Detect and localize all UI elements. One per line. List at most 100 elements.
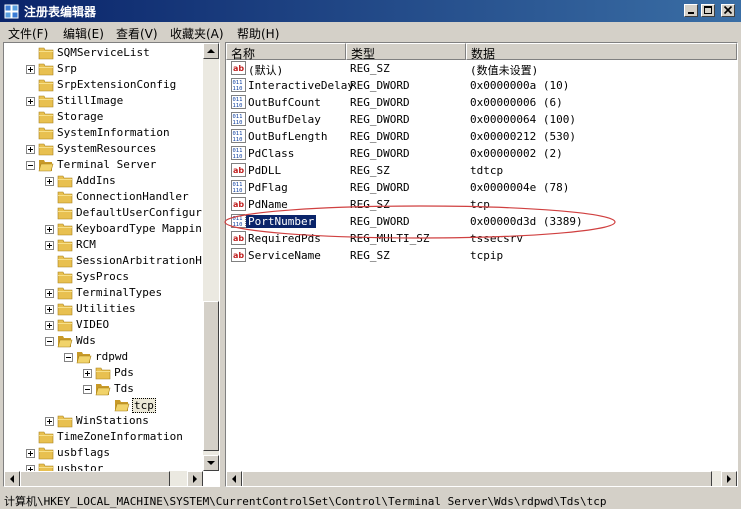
maximize-button[interactable] [701, 4, 715, 17]
value-row-pdflag[interactable]: 011 110 PdFlag REG_DWORD 0x0000004e (78) [226, 179, 737, 196]
tree-node-sessionarbitrationh[interactable]: SessionArbitrationH [4, 253, 203, 269]
tree-node-terminaltypes[interactable]: TerminalTypes [4, 285, 203, 301]
tree-node-winstations[interactable]: WinStations [4, 413, 203, 429]
collapse-minus-icon[interactable] [26, 161, 35, 170]
tree-node-label: Wds [76, 334, 96, 347]
tree-node-stillimage[interactable]: StillImage [4, 93, 203, 109]
expand-plus-icon[interactable] [45, 417, 54, 426]
expand-plus-icon[interactable] [26, 65, 35, 74]
tree-node-label: Tds [114, 382, 134, 395]
value-name: RequiredPds [248, 232, 321, 245]
expand-plus-icon[interactable] [45, 241, 54, 250]
title-bar[interactable]: 注册表编辑器 [0, 0, 741, 22]
tree-node-wds[interactable]: Wds [4, 333, 203, 349]
tree-node-defaultuserconfigur[interactable]: DefaultUserConfigur [4, 205, 203, 221]
tree-node-label: Srp [57, 62, 77, 75]
tree-node-addins[interactable]: AddIns [4, 173, 203, 189]
tree-scroll-thumb[interactable] [203, 301, 219, 451]
svg-text:110: 110 [233, 222, 243, 228]
value-row-pdname[interactable]: ab PdName REG_SZ tcp [226, 196, 737, 213]
list-scroll-left-button[interactable] [226, 471, 242, 486]
value-row-pddll[interactable]: ab PdDLL REG_SZ tdtcp [226, 162, 737, 179]
registry-tree[interactable]: SQMServiceList Srp SrpExtensionConfig Still… [3, 42, 220, 487]
value-name: PortNumber [244, 214, 318, 229]
values-list[interactable]: 名称 类型 数据 ab (默认) REG_SZ (数值未设置) 011 110 Intera… [225, 42, 738, 487]
minimize-button[interactable] [684, 4, 698, 17]
value-type: REG_SZ [350, 62, 390, 75]
tree-horizontal-scrollbar[interactable] [4, 471, 203, 486]
collapse-minus-icon[interactable] [64, 353, 73, 362]
tree-node-srpextensionconfig[interactable]: SrpExtensionConfig [4, 77, 203, 93]
tree-scroll-up-button[interactable] [203, 43, 219, 59]
expand-plus-icon[interactable] [45, 177, 54, 186]
folder-open-icon [114, 398, 130, 412]
arrow-right-icon [727, 475, 731, 483]
menu-edit[interactable]: 编辑(E) [63, 25, 104, 42]
expand-plus-icon[interactable] [26, 449, 35, 458]
tree-node-tcp[interactable]: tcp [4, 397, 203, 413]
value-type: REG_DWORD [350, 96, 410, 109]
menu-file[interactable]: 文件(F) [8, 25, 48, 42]
collapse-minus-icon[interactable] [45, 337, 54, 346]
value-row-requiredpds[interactable]: ab RequiredPds REG_MULTI_SZ tssecsrv [226, 230, 737, 247]
tree-node-timezoneinformation[interactable]: TimeZoneInformation [4, 429, 203, 445]
expand-plus-icon[interactable] [45, 321, 54, 330]
list-horizontal-scrollbar[interactable] [226, 471, 737, 486]
folder-icon [38, 126, 54, 140]
expand-plus-icon[interactable] [26, 145, 35, 154]
tree-node-video[interactable]: VIDEO [4, 317, 203, 333]
tree-node-systemresources[interactable]: SystemResources [4, 141, 203, 157]
tree-vertical-scrollbar[interactable] [203, 43, 219, 471]
tree-scroll-left-button[interactable] [4, 471, 20, 486]
value-row-[interactable]: ab (默认) REG_SZ (数值未设置) [226, 60, 737, 77]
close-button[interactable] [721, 4, 735, 17]
value-row-servicename[interactable]: ab ServiceName REG_SZ tcpip [226, 247, 737, 264]
value-name: PdDLL [248, 164, 282, 177]
column-header-type[interactable]: 类型 [346, 43, 466, 61]
value-row-portnumber[interactable]: 011 110 PortNumber REG_DWORD 0x00000d3d (338… [226, 213, 737, 230]
value-data: 0x00000002 (2) [470, 147, 563, 160]
tree-node-usbflags[interactable]: usbflags [4, 445, 203, 461]
folder-icon [38, 446, 54, 460]
expand-plus-icon[interactable] [45, 289, 54, 298]
value-row-outbufdelay[interactable]: 011 110 OutBufDelay REG_DWORD 0x00000064 (10… [226, 111, 737, 128]
menu-help[interactable]: 帮助(H) [237, 25, 279, 42]
list-hscroll-thumb[interactable] [242, 471, 712, 486]
tree-node-srp[interactable]: Srp [4, 61, 203, 77]
value-row-interactivedelay[interactable]: 011 110 InteractiveDelay REG_DWORD 0x0000000… [226, 77, 737, 94]
expand-plus-icon[interactable] [45, 225, 54, 234]
value-data: tssecsrv [470, 232, 523, 245]
folder-icon [38, 94, 54, 108]
tree-node-rdpwd[interactable]: rdpwd [4, 349, 203, 365]
column-header-data[interactable]: 数据 [466, 43, 737, 61]
tree-hscroll-thumb[interactable] [20, 471, 170, 486]
expand-plus-icon[interactable] [26, 97, 35, 106]
tree-node-pds[interactable]: Pds [4, 365, 203, 381]
folder-icon [38, 110, 54, 124]
tree-node-utilities[interactable]: Utilities [4, 301, 203, 317]
tree-node-sqmservicelist[interactable]: SQMServiceList [4, 45, 203, 61]
string-value-icon: ab [231, 197, 246, 211]
value-row-outbufcount[interactable]: 011 110 OutBufCount REG_DWORD 0x00000006 (6) [226, 94, 737, 111]
tree-node-usbstor[interactable]: usbstor [4, 461, 203, 471]
tree-node-rcm[interactable]: RCM [4, 237, 203, 253]
tree-node-tds[interactable]: Tds [4, 381, 203, 397]
tree-scroll-right-button[interactable] [187, 471, 203, 486]
column-header-name[interactable]: 名称 [226, 43, 346, 61]
tree-node-keyboardtype-mappin[interactable]: KeyboardType Mappin [4, 221, 203, 237]
value-row-outbuflength[interactable]: 011 110 OutBufLength REG_DWORD 0x00000212 (5… [226, 128, 737, 145]
value-row-pdclass[interactable]: 011 110 PdClass REG_DWORD 0x00000002 (2) [226, 145, 737, 162]
tree-node-connectionhandler[interactable]: ConnectionHandler [4, 189, 203, 205]
menu-favorites[interactable]: 收藏夹(A) [170, 25, 224, 42]
value-name: (默认) [248, 64, 284, 77]
menu-view[interactable]: 查看(V) [116, 25, 158, 42]
tree-node-storage[interactable]: Storage [4, 109, 203, 125]
expand-plus-icon[interactable] [45, 305, 54, 314]
expand-plus-icon[interactable] [83, 369, 92, 378]
tree-node-sysprocs[interactable]: SysProcs [4, 269, 203, 285]
list-scroll-right-button[interactable] [721, 471, 737, 486]
collapse-minus-icon[interactable] [83, 385, 92, 394]
tree-scroll-down-button[interactable] [203, 455, 219, 471]
tree-node-terminal-server[interactable]: Terminal Server [4, 157, 203, 173]
tree-node-systeminformation[interactable]: SystemInformation [4, 125, 203, 141]
